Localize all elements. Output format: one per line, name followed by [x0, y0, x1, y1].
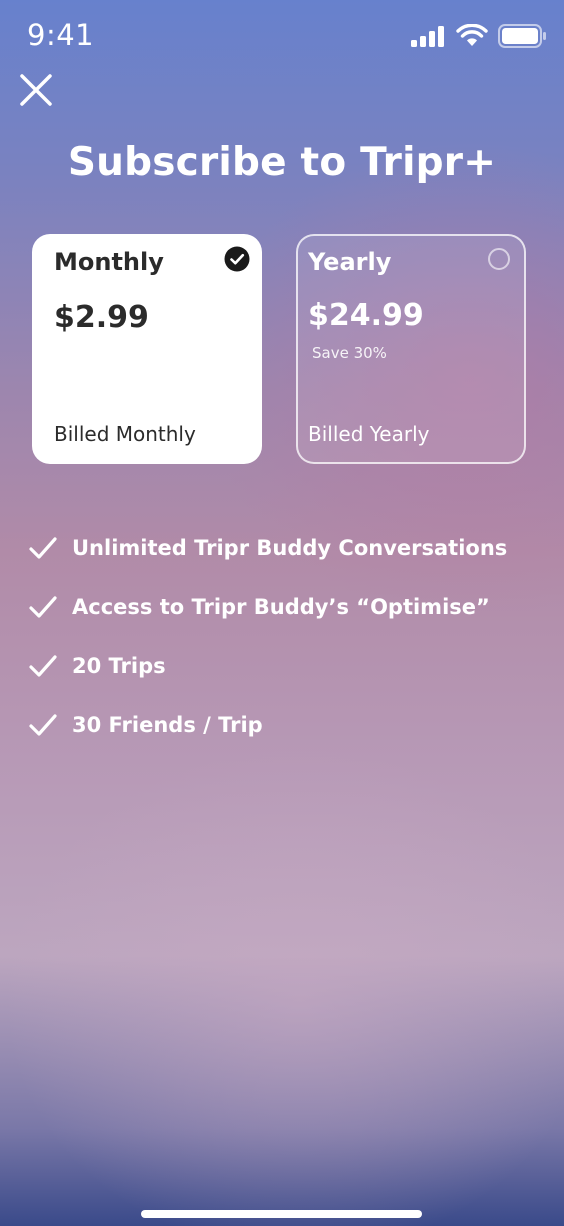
checkmark-icon [29, 595, 57, 618]
status-icons [410, 24, 548, 48]
battery-icon [498, 24, 546, 48]
feature-text: 20 Trips [72, 653, 166, 678]
status-time: 9:41 [27, 18, 95, 52]
feature-text: Unlimited Tripr Buddy Conversations [72, 535, 508, 560]
plan-card-monthly[interactable]: Monthly $2.99 Billed Monthly [32, 234, 262, 464]
plan-price: $2.99 [54, 300, 149, 335]
checkmark-icon [29, 536, 57, 559]
plan-price: $24.99 [308, 298, 424, 333]
page-title: Subscribe to Tripr+ [67, 140, 497, 185]
plan-card-yearly[interactable]: Yearly $24.99 Save 30% Billed Yearly [296, 234, 526, 464]
plan-billing: Billed Monthly [54, 422, 196, 446]
wifi-icon [456, 24, 488, 46]
check-circle-icon [224, 246, 250, 272]
plan-savings: Save 30% [312, 344, 387, 362]
checkmark-icon [29, 713, 57, 736]
feature-list: Unlimited Tripr Buddy Conversations Acce… [28, 518, 554, 754]
feature-item: Access to Tripr Buddy’s “Optimise” [28, 577, 554, 636]
feature-item: 30 Friends / Trip [28, 695, 554, 754]
plan-name: Yearly [308, 248, 392, 276]
close-button[interactable] [16, 70, 56, 110]
close-icon [20, 74, 52, 106]
feature-item: Unlimited Tripr Buddy Conversations [28, 518, 554, 577]
home-indicator[interactable] [141, 1210, 422, 1218]
checkmark-icon [29, 654, 57, 677]
feature-item: 20 Trips [28, 636, 554, 695]
cellular-signal-icon [411, 26, 444, 47]
plan-name: Monthly [54, 248, 164, 276]
radio-empty-icon [488, 248, 510, 270]
feature-text: 30 Friends / Trip [72, 712, 263, 737]
plan-billing: Billed Yearly [308, 422, 430, 446]
status-bar: 9:41 [0, 0, 564, 72]
feature-text: Access to Tripr Buddy’s “Optimise” [72, 594, 490, 619]
